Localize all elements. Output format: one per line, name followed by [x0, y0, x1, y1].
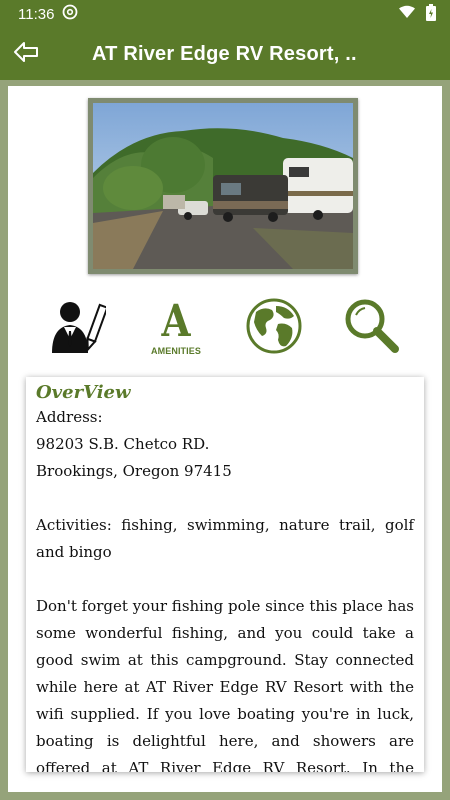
- globe-icon: [246, 298, 302, 359]
- amenities-letter-icon: A: [161, 296, 191, 347]
- at-sign-icon: [62, 4, 78, 24]
- status-time: 11:36: [18, 5, 55, 23]
- overview-heading: OverView: [36, 382, 131, 403]
- search-icon: [343, 297, 401, 360]
- page-title: AT River Edge RV Resort, ..: [92, 42, 357, 65]
- status-bar: 11:36: [0, 0, 450, 28]
- review-button[interactable]: [48, 297, 109, 360]
- activities-text: Activities: fishing, swimming, nature tr…: [36, 516, 414, 561]
- content-frame: A AMENITIES OverView Address: 98203 S.B.…: [8, 86, 442, 792]
- address-label: Address:: [36, 408, 103, 426]
- action-icon-row: A AMENITIES: [8, 298, 442, 358]
- wifi-icon: [398, 5, 416, 23]
- battery-icon: [426, 3, 436, 25]
- amenities-button[interactable]: A AMENITIES: [146, 298, 206, 358]
- description-text: Don't forget your fishing pole since thi…: [36, 597, 414, 772]
- overview-card: OverView Address: 98203 S.B. Chetco RD. …: [26, 377, 424, 772]
- campground-photo: [88, 98, 358, 274]
- address-line-2: Brookings, Oregon 97415: [36, 462, 232, 480]
- back-button[interactable]: [2, 28, 50, 80]
- overview-body: Address: 98203 S.B. Chetco RD. Brookings…: [36, 404, 414, 772]
- back-arrow-icon: [13, 41, 39, 68]
- amenities-label: AMENITIES: [151, 346, 201, 356]
- address-line-1: 98203 S.B. Chetco RD.: [36, 435, 210, 453]
- app-bar: AT River Edge RV Resort, ..: [0, 28, 450, 80]
- map-button[interactable]: [244, 298, 304, 358]
- person-with-pencil-icon: [50, 297, 109, 360]
- search-button[interactable]: [342, 298, 402, 358]
